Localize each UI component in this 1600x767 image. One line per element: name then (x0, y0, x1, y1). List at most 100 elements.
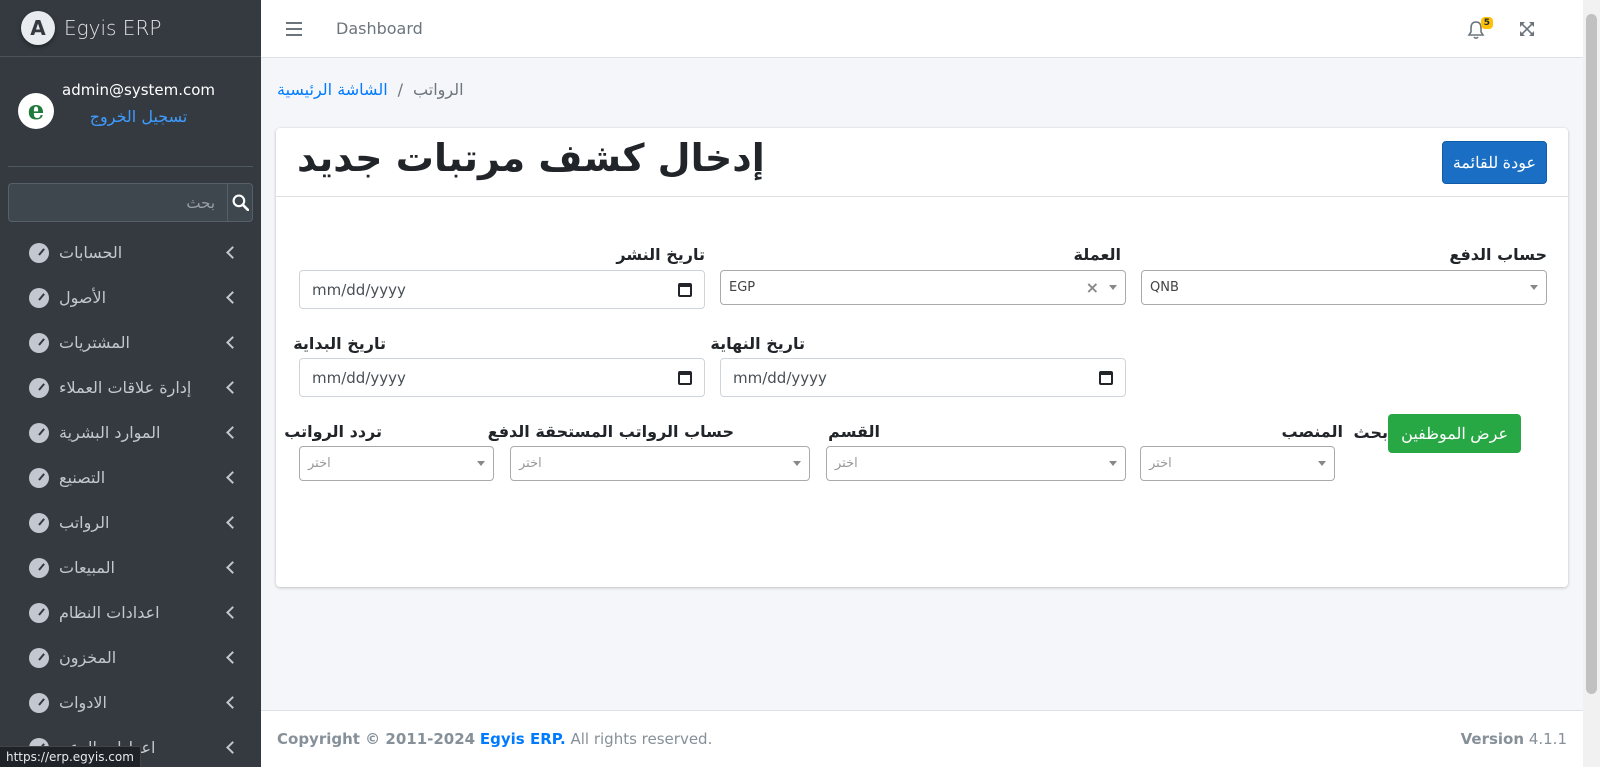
sidebar-item-hr[interactable]: الموارد البشرية (0, 410, 261, 455)
fullscreen-icon[interactable] (1519, 21, 1535, 37)
sidebar-item-label: الادوات (59, 693, 107, 712)
chevron-left-icon (226, 426, 239, 439)
sidebar-item-label: الموارد البشرية (59, 423, 161, 442)
sidebar-item-inventory[interactable]: المخزون (0, 635, 261, 680)
search-button[interactable] (227, 183, 253, 222)
sidebar-item-tools[interactable]: الادوات (0, 680, 261, 725)
tachometer-icon (29, 467, 49, 488)
avatar[interactable]: e (18, 93, 54, 129)
top-navbar: Dashboard 5 (261, 0, 1583, 58)
breadcrumb-current: الرواتب (413, 80, 464, 99)
calendar-icon[interactable] (1099, 370, 1113, 385)
chevron-left-icon (226, 606, 239, 619)
sidebar-item-label: الحسابات (59, 243, 123, 262)
department-placeholder: اختر (835, 456, 858, 471)
frequency-placeholder: اختر (308, 456, 331, 471)
chevron-left-icon (226, 516, 239, 529)
dashboard-link[interactable]: Dashboard (336, 19, 423, 38)
sidebar-item-crm[interactable]: إدارة علاقات العملاء (0, 365, 261, 410)
payment-account-select[interactable]: QNB (1141, 270, 1547, 305)
sidebar-search-input[interactable] (8, 183, 227, 222)
sidebar-item-label: إدارة علاقات العملاء (59, 378, 192, 397)
breadcrumb-home[interactable]: الشاشة الرئيسية (277, 80, 388, 99)
page-scrollbar[interactable] (1583, 0, 1600, 767)
sidebar-item-accounts[interactable]: الحسابات (0, 230, 261, 275)
breadcrumb-separator: / (397, 80, 404, 99)
sidebar-search (8, 183, 253, 222)
version-label: Version (1460, 730, 1525, 748)
main-content: الشاشة الرئيسية / الرواتب إدخال كشف مرتب… (261, 58, 1583, 710)
end-date-label: تاريخ النهاية (710, 334, 805, 353)
footer-version: Version 4.1.1 (1461, 730, 1567, 748)
chevron-left-icon (226, 291, 239, 304)
brand-logo-icon: A (21, 11, 55, 45)
tachometer-icon (29, 422, 49, 443)
user-email: admin@system.com (62, 81, 216, 99)
brand-link[interactable]: A Egyis ERP (0, 0, 261, 57)
frequency-label: تردد الرواتب (284, 422, 382, 441)
payment-account-value: QNB (1150, 280, 1179, 295)
chevron-left-icon (226, 246, 239, 259)
tachometer-icon (29, 332, 49, 353)
start-date-label: تاريخ البداية (293, 334, 386, 353)
sidebar-item-label: المخزون (59, 648, 117, 667)
search-label: بحث (1353, 423, 1388, 442)
footer-brand-link[interactable]: Egyis ERP. (480, 730, 566, 748)
tachometer-icon (29, 287, 49, 308)
dropdown-arrow-icon (1318, 461, 1326, 466)
payroll-form-card: إدخال كشف مرتبات جديد عودة للقائمة حساب … (276, 128, 1568, 587)
scrollbar-thumb[interactable] (1586, 14, 1597, 694)
sidebar-item-label: اعدادات النظام (59, 603, 160, 622)
tachometer-icon (29, 692, 49, 713)
sidebar-item-system-settings[interactable]: اعدادات النظام (0, 590, 261, 635)
chevron-left-icon (226, 336, 239, 349)
frequency-select[interactable]: اختر (299, 446, 494, 481)
currency-select[interactable]: EGP × (720, 270, 1126, 305)
dropdown-arrow-icon (477, 461, 485, 466)
position-placeholder: اختر (1149, 456, 1172, 471)
rights-text: All rights reserved. (570, 730, 713, 748)
payable-account-label: حساب الرواتب المستحقة الدفع (487, 422, 734, 441)
search-icon (232, 194, 249, 211)
back-to-list-button[interactable]: عودة للقائمة (1441, 141, 1547, 184)
publish-date-input[interactable]: mm/dd/yyyy (299, 270, 705, 309)
calendar-icon[interactable] (678, 282, 692, 297)
footer-copyright: Copyright © 2011-2024 Egyis ERP. All rig… (277, 730, 712, 748)
tachometer-icon (29, 512, 49, 533)
sidebar-item-sales[interactable]: المبيعات (0, 545, 261, 590)
user-panel: e admin@system.com تسجيل الخروج (8, 57, 253, 167)
payable-account-select[interactable]: اختر (510, 446, 810, 481)
hamburger-menu-icon[interactable] (286, 21, 302, 36)
dropdown-arrow-icon (793, 461, 801, 466)
breadcrumb: الشاشة الرئيسية / الرواتب (277, 80, 464, 99)
position-select[interactable]: اختر (1140, 446, 1335, 481)
end-date-input[interactable]: mm/dd/yyyy (720, 358, 1126, 397)
sidebar-item-assets[interactable]: الأصول (0, 275, 261, 320)
show-employees-button[interactable]: عرض الموظفين (1388, 414, 1521, 453)
logout-link[interactable]: تسجيل الخروج (62, 107, 215, 126)
sidebar-item-manufacturing[interactable]: التصنيع (0, 455, 261, 500)
footer: Copyright © 2011-2024 Egyis ERP. All rig… (261, 710, 1583, 767)
chevron-left-icon (226, 651, 239, 664)
dropdown-arrow-icon (1109, 461, 1117, 466)
sidebar-nav: الحسابات الأصول المشتريات إدارة علاقات ا… (0, 230, 261, 767)
start-date-input[interactable]: mm/dd/yyyy (299, 358, 705, 397)
tachometer-icon (29, 377, 49, 398)
chevron-left-icon (226, 696, 239, 709)
department-select[interactable]: اختر (826, 446, 1126, 481)
tachometer-icon (29, 647, 49, 668)
chevron-left-icon (226, 471, 239, 484)
version-value: 4.1.1 (1528, 730, 1567, 748)
sidebar-item-label: المشتريات (59, 333, 130, 352)
chevron-left-icon (226, 381, 239, 394)
calendar-icon[interactable] (678, 370, 692, 385)
sidebar-item-label: المبيعات (59, 558, 115, 577)
sidebar-item-purchases[interactable]: المشتريات (0, 320, 261, 365)
status-url: https://erp.egyis.com (0, 746, 141, 767)
tachometer-icon (29, 557, 49, 578)
currency-value: EGP (729, 280, 756, 295)
clear-icon[interactable]: × (1086, 278, 1099, 297)
publish-date-label: تاريخ النشر (616, 245, 705, 264)
sidebar-item-payroll[interactable]: الرواتب (0, 500, 261, 545)
publish-date-placeholder: mm/dd/yyyy (312, 280, 406, 299)
